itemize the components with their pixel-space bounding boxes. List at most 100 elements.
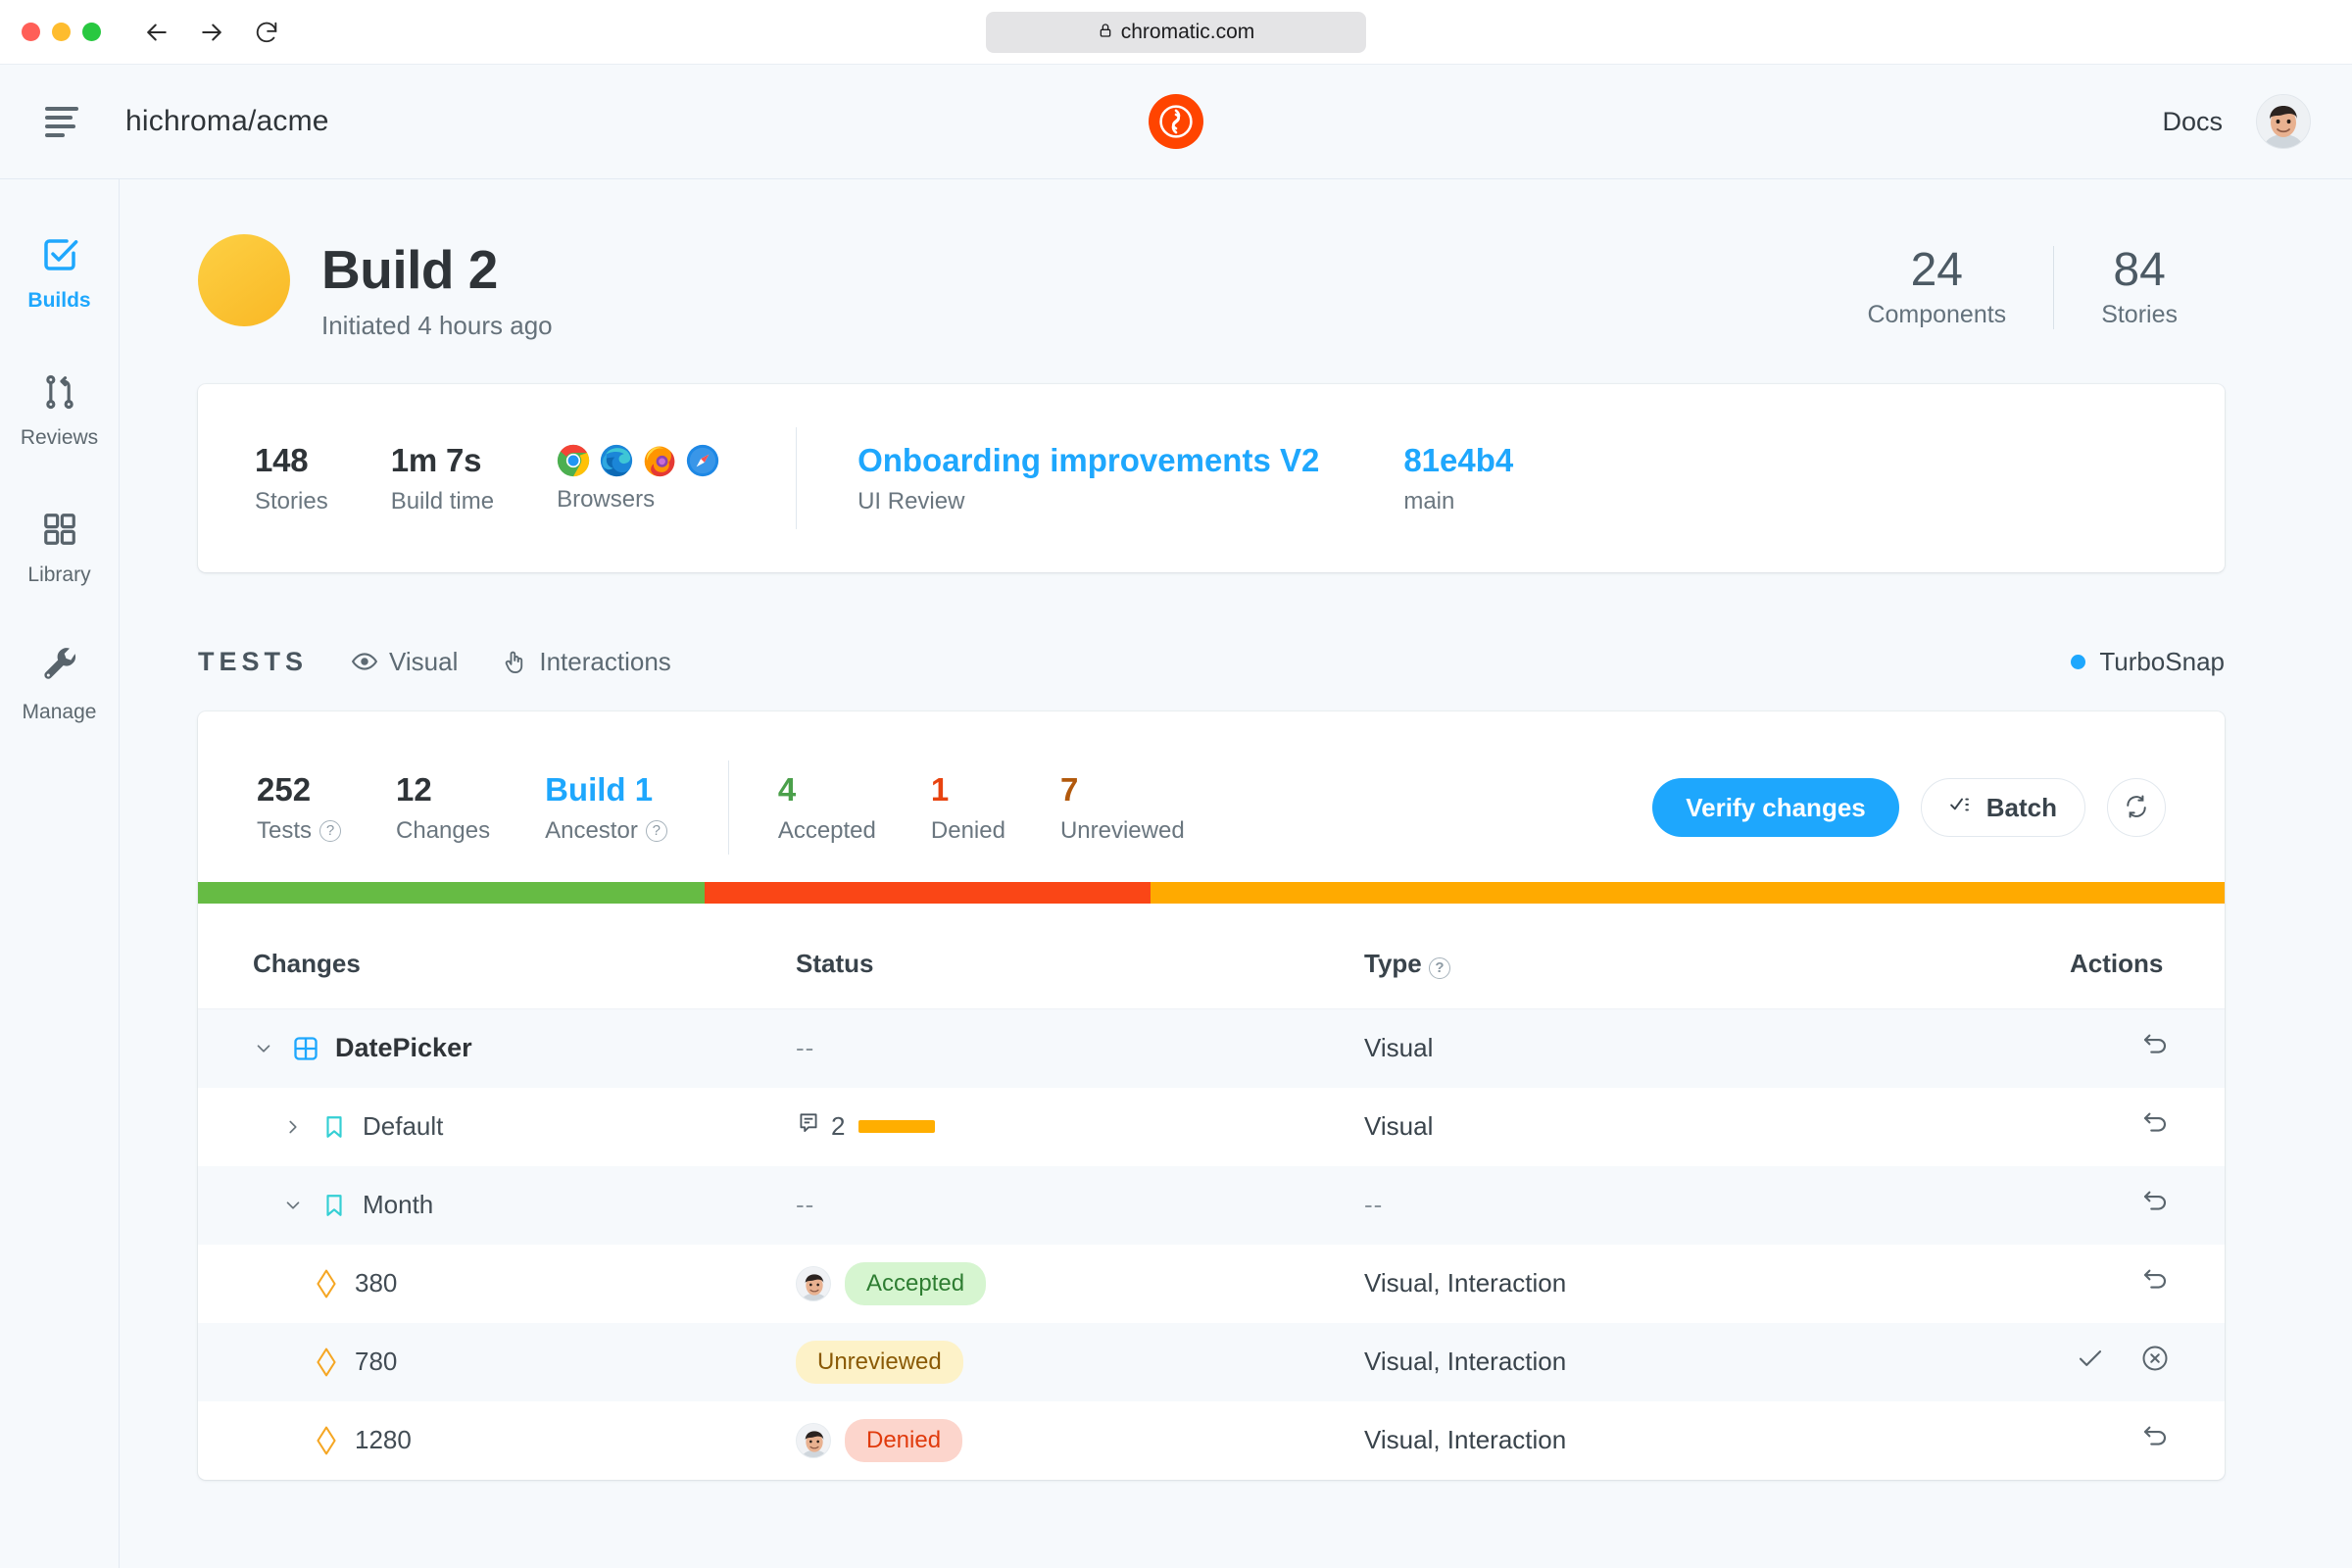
snapshot-diamond-icon: [314, 1426, 339, 1455]
row-type-cell: Visual: [1364, 1111, 1434, 1141]
tab-interactions[interactable]: Interactions: [501, 647, 671, 677]
reload-icon[interactable]: [252, 18, 281, 47]
chromatic-logo-icon[interactable]: [1149, 94, 1203, 149]
row-status-cell: --: [796, 1165, 1364, 1245]
stat-label: Components: [1867, 301, 2007, 329]
build-info-card: 148 Stories 1m 7s Build time Browsers On…: [198, 384, 2225, 572]
back-arrow-icon[interactable]: [142, 18, 172, 47]
wrench-icon: [40, 644, 79, 689]
close-window-button[interactable]: [22, 23, 40, 41]
row-status-cell: Denied: [796, 1401, 1364, 1480]
table-row[interactable]: DatePicker -- Visual: [198, 1008, 2225, 1088]
sidebar-item-manage[interactable]: Manage: [0, 644, 119, 724]
table-row[interactable]: 780 Unreviewed Visual, Interaction: [198, 1322, 2225, 1401]
repo-breadcrumb[interactable]: hichroma/acme: [125, 105, 329, 138]
maximize-window-button[interactable]: [82, 23, 101, 41]
stat-value: 84: [2113, 244, 2166, 296]
eye-icon: [351, 648, 378, 675]
address-bar[interactable]: chromatic.com: [986, 11, 1366, 53]
row-status-cell: Accepted: [796, 1245, 1364, 1323]
tests-card: 252 Tests ? 12 Changes Build 1 Ancestor …: [198, 711, 2225, 1480]
sidebar-item-builds[interactable]: Builds: [0, 232, 119, 313]
table-row[interactable]: 380 Accepted Visual, Interaction: [198, 1245, 2225, 1323]
pr-link[interactable]: Onboarding improvements V2 UI Review: [858, 442, 1319, 515]
snapshot-diamond-icon: [314, 1269, 339, 1298]
edge-icon: [600, 444, 633, 476]
chevron-right-icon[interactable]: [282, 1116, 306, 1138]
metric-ancestor[interactable]: Build 1 Ancestor ?: [545, 771, 667, 845]
docs-link[interactable]: Docs: [2162, 107, 2223, 137]
sidebar-item-label: Reviews: [20, 426, 99, 449]
undo-icon[interactable]: [2140, 1187, 2170, 1216]
lock-icon: [1098, 21, 1113, 44]
grid-icon: [41, 507, 78, 552]
check-icon[interactable]: [2076, 1344, 2105, 1373]
progress-accepted-segment: [198, 882, 705, 904]
column-header-status[interactable]: Status: [796, 904, 1364, 1009]
undo-icon[interactable]: [2140, 1422, 2170, 1451]
avatar: [796, 1265, 831, 1301]
row-type-cell: Visual, Interaction: [1364, 1322, 2070, 1401]
build-header: Build 2 Initiated 4 hours ago 24 Compone…: [198, 179, 2225, 341]
stat-stories: 84 Stories: [2053, 244, 2225, 330]
row-name-cell[interactable]: DatePicker: [198, 1008, 796, 1088]
row-name-cell[interactable]: Month: [198, 1165, 796, 1245]
sidebar-item-library[interactable]: Library: [0, 507, 119, 587]
commit-sha[interactable]: 81e4b4: [1403, 442, 1513, 479]
row-name-cell[interactable]: 780: [198, 1322, 796, 1401]
window-traffic-lights: [22, 23, 101, 41]
question-icon[interactable]: ?: [1429, 956, 1450, 979]
table-row[interactable]: Month -- --: [198, 1165, 2225, 1245]
hamburger-menu-icon[interactable]: [45, 106, 78, 137]
tab-label: Visual: [389, 646, 459, 676]
changes-table: Changes Status Type ? Actions DatePicker…: [198, 904, 2225, 1480]
avatar[interactable]: [2256, 94, 2311, 149]
row-type-cell: --: [1364, 1165, 2070, 1245]
tests-summary-row: 252 Tests ? 12 Changes Build 1 Ancestor …: [198, 711, 2225, 857]
build-heading: Build 2 Initiated 4 hours ago: [321, 234, 553, 341]
undo-icon[interactable]: [2140, 1108, 2170, 1138]
metric-label: Accepted: [777, 816, 876, 844]
pr-title[interactable]: Onboarding improvements V2: [858, 442, 1319, 479]
undo-icon[interactable]: [2140, 1030, 2170, 1059]
table-row[interactable]: 1280 Denied Visual, Interaction: [198, 1401, 2225, 1480]
verify-changes-button[interactable]: Verify changes: [1652, 778, 1899, 837]
app-header-right: Docs: [2162, 94, 2311, 149]
column-header-type[interactable]: Type ?: [1364, 904, 2070, 1009]
metric-value: 12: [396, 770, 432, 808]
row-actions-cell: [2070, 1008, 2225, 1088]
row-status-cell: Unreviewed: [796, 1322, 1364, 1401]
row-status-cell: --: [796, 1008, 1364, 1088]
undo-icon[interactable]: [2140, 1265, 2170, 1295]
turbosnap-badge: TurboSnap: [2071, 647, 2225, 677]
status-minibar: [858, 1120, 936, 1133]
safari-icon: [686, 444, 719, 476]
turbosnap-dot-icon: [2071, 654, 2086, 669]
main-content: Build 2 Initiated 4 hours ago 2 4 Compone…: [120, 179, 2352, 1568]
question-icon[interactable]: ?: [645, 819, 667, 842]
commit-link[interactable]: 81e4b4 main: [1403, 442, 1513, 515]
chevron-down-icon[interactable]: [253, 1038, 276, 1059]
table-header-row: Changes Status Type ? Actions: [198, 904, 2225, 1009]
column-header-changes[interactable]: Changes: [198, 904, 796, 1009]
row-name-cell[interactable]: 1280: [198, 1401, 796, 1480]
batch-button[interactable]: Batch: [1920, 778, 2085, 837]
table-row[interactable]: Default 2 Visual: [198, 1088, 2225, 1166]
question-icon[interactable]: ?: [319, 819, 342, 842]
forward-arrow-icon[interactable]: [197, 18, 226, 47]
metric-browsers: Browsers: [557, 444, 719, 514]
refresh-button[interactable]: [2107, 778, 2166, 837]
chevron-down-icon[interactable]: [282, 1195, 306, 1216]
minimize-window-button[interactable]: [52, 23, 71, 41]
sidebar-item-reviews[interactable]: Reviews: [0, 369, 119, 450]
row-type-cell: Visual, Interaction: [1364, 1425, 1567, 1454]
row-actions-cell: [2070, 1401, 2225, 1480]
deny-circle-icon[interactable]: [2140, 1344, 2170, 1373]
tab-visual[interactable]: Visual: [351, 647, 458, 677]
row-name-cell[interactable]: Default: [198, 1088, 796, 1166]
sidebar-item-label: Builds: [27, 289, 91, 312]
row-name-cell[interactable]: 380: [198, 1245, 796, 1323]
comment-count[interactable]: 2: [796, 1110, 845, 1143]
metric-value: 4: [777, 770, 797, 808]
ancestor-build-link[interactable]: Build 1: [545, 771, 667, 808]
